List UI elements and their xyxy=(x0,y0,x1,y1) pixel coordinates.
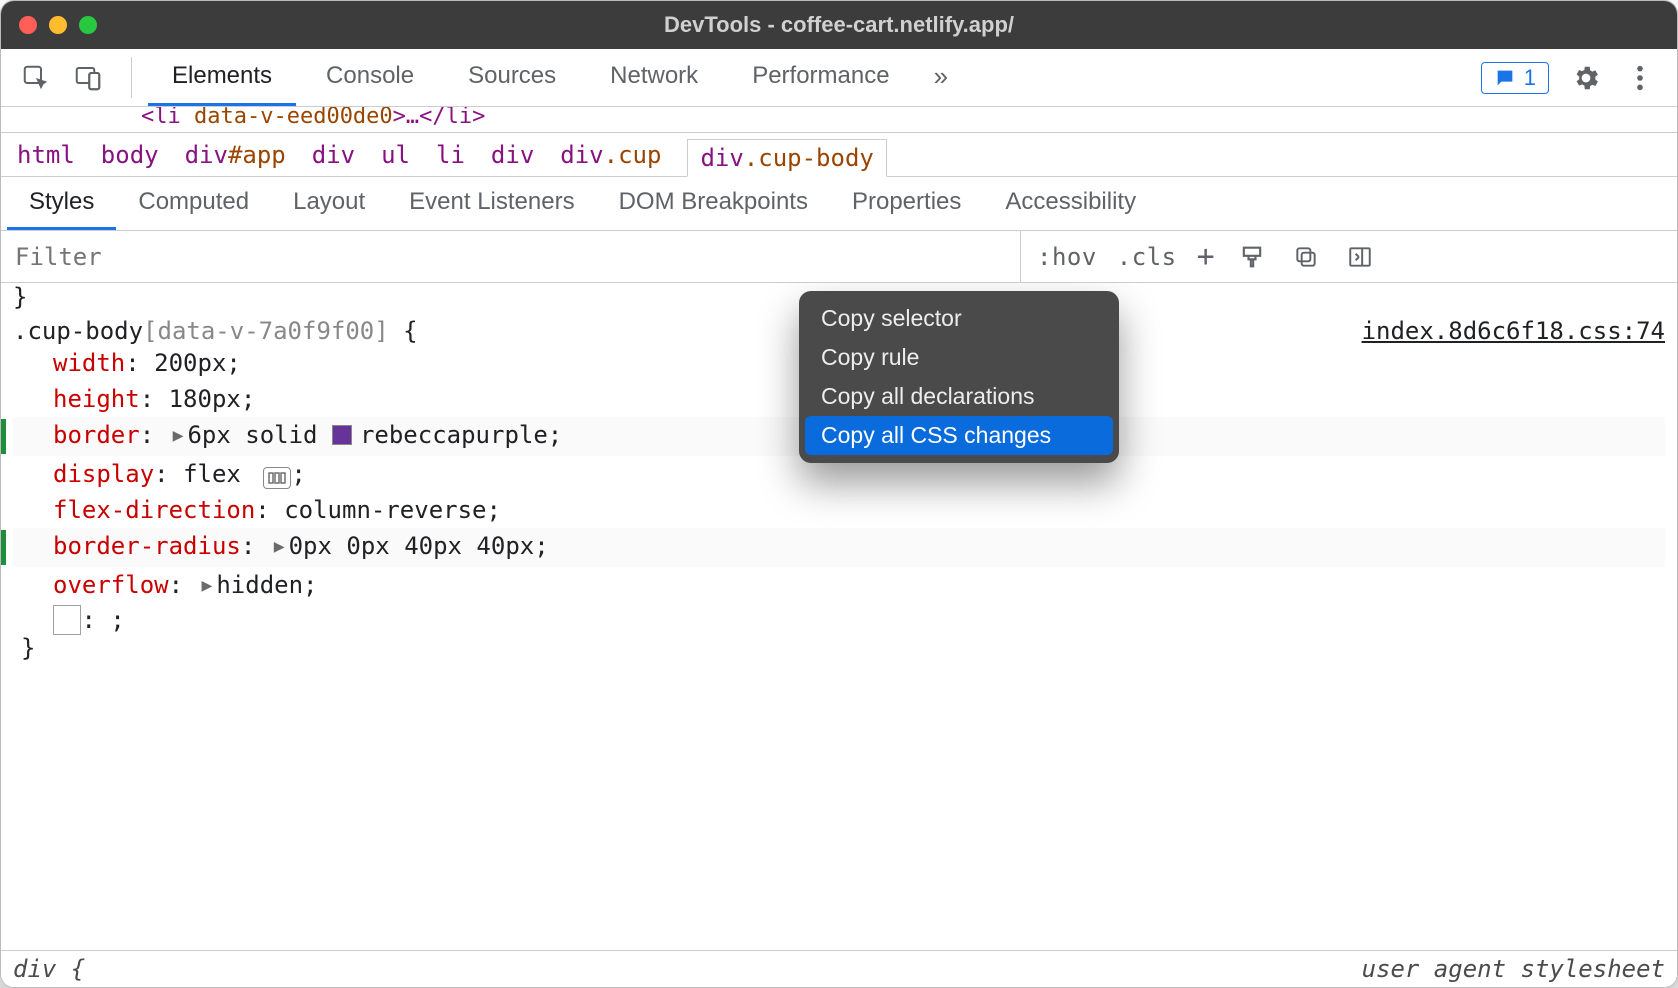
breadcrumb-item[interactable]: div.cup xyxy=(560,141,661,169)
window-title: DevTools - coffee-cart.netlify.app/ xyxy=(1,12,1677,38)
css-property: flex-direction xyxy=(53,496,255,524)
subtab-styles[interactable]: Styles xyxy=(7,177,116,230)
breadcrumb-item[interactable]: html xyxy=(17,141,75,169)
issues-count: 1 xyxy=(1524,65,1536,91)
css-property: display xyxy=(53,460,154,488)
ua-selector[interactable]: div { xyxy=(13,955,85,983)
css-selector[interactable]: .cup-body[data-v-7a0f9f00] { xyxy=(13,317,418,345)
css-property: height xyxy=(53,385,140,413)
computed-sidebar-icon[interactable] xyxy=(1343,240,1377,274)
breadcrumb-item[interactable]: div xyxy=(491,141,534,169)
divider xyxy=(131,57,132,98)
breadcrumb-item[interactable]: ul xyxy=(381,141,410,169)
breadcrumb-item[interactable]: li xyxy=(436,141,465,169)
zoom-window-button[interactable] xyxy=(79,16,97,34)
tab-console[interactable]: Console xyxy=(302,49,438,106)
tabs-overflow-icon[interactable]: » xyxy=(920,49,962,106)
traffic-lights xyxy=(19,16,97,34)
minimize-window-button[interactable] xyxy=(49,16,67,34)
breadcrumb-item[interactable]: div.cup-body xyxy=(687,139,886,177)
breadcrumb-item[interactable]: body xyxy=(101,141,159,169)
styles-subtabs: StylesComputedLayoutEvent ListenersDOM B… xyxy=(1,177,1677,231)
css-declaration[interactable]: overflow: ▶hidden; xyxy=(13,567,1665,606)
subtab-properties[interactable]: Properties xyxy=(830,177,983,230)
issues-button[interactable]: 1 xyxy=(1481,62,1549,94)
css-rule-close: } xyxy=(13,634,1665,662)
copy-icon[interactable] xyxy=(1289,240,1323,274)
css-source-link[interactable]: index.8d6c6f18.css:74 xyxy=(1362,317,1665,345)
ua-label: user agent stylesheet xyxy=(1362,955,1665,983)
breadcrumb: htmlbodydiv#appdivullidivdiv.cupdiv.cup-… xyxy=(1,133,1677,177)
subtab-accessibility[interactable]: Accessibility xyxy=(983,177,1158,230)
subtab-computed[interactable]: Computed xyxy=(116,177,271,230)
color-swatch-icon[interactable] xyxy=(332,425,352,445)
expand-triangle-icon[interactable]: ▶ xyxy=(173,418,184,454)
breadcrumb-item[interactable]: div#app xyxy=(185,141,286,169)
subtab-layout[interactable]: Layout xyxy=(271,177,387,230)
styles-filter-input[interactable] xyxy=(1,231,1021,282)
tab-network[interactable]: Network xyxy=(586,49,722,106)
main-tab-strip: Elements Console Sources Network Perform… xyxy=(1,49,1677,107)
expand-triangle-icon[interactable]: ▶ xyxy=(202,568,213,604)
flex-badge-icon[interactable] xyxy=(263,467,291,489)
inspect-element-icon[interactable] xyxy=(19,61,53,95)
context-menu-item[interactable]: Copy all declarations xyxy=(799,377,1119,416)
close-window-button[interactable] xyxy=(19,16,37,34)
css-value: column-reverse xyxy=(284,496,486,524)
css-value: flex xyxy=(183,460,241,488)
styles-toolbar: :hov .cls + xyxy=(1,231,1677,283)
toggle-cls-button[interactable]: .cls xyxy=(1117,243,1177,271)
devtools-window: DevTools - coffee-cart.netlify.app/ Elem… xyxy=(0,0,1678,988)
tab-performance[interactable]: Performance xyxy=(728,49,913,106)
toggle-hov-button[interactable]: :hov xyxy=(1037,243,1097,271)
css-value: 180px xyxy=(169,385,241,413)
styles-pane: } .cup-body[data-v-7a0f9f00] { index.8d6… xyxy=(1,283,1677,950)
css-value: 200px xyxy=(154,349,226,377)
context-menu-item[interactable]: Copy all CSS changes xyxy=(805,416,1113,455)
styles-toolbar-right: :hov .cls + xyxy=(1021,239,1393,274)
breadcrumb-item[interactable]: div xyxy=(312,141,355,169)
css-new-declaration[interactable]: : ; xyxy=(13,606,1665,634)
new-style-rule-button[interactable]: + xyxy=(1197,239,1216,274)
css-property: width xyxy=(53,349,125,377)
tab-sources[interactable]: Sources xyxy=(444,49,580,106)
device-toolbar-icon[interactable] xyxy=(71,61,105,95)
tab-elements[interactable]: Elements xyxy=(148,49,296,106)
css-declaration[interactable]: flex-direction: column-reverse; xyxy=(13,492,1665,528)
inspect-device-icons xyxy=(11,49,119,106)
context-menu-item[interactable]: Copy selector xyxy=(799,299,1119,338)
css-property: overflow xyxy=(53,571,169,599)
toolbar-right: 1 xyxy=(1481,49,1667,106)
elements-tree-snippet[interactable]: <li data-v-eed00de0>…</li> xyxy=(1,107,1677,133)
css-value: 0px 0px 40px 40px xyxy=(289,532,535,560)
context-menu-item[interactable]: Copy rule xyxy=(799,338,1119,377)
expand-triangle-icon[interactable]: ▶ xyxy=(274,529,285,565)
window-titlebar: DevTools - coffee-cart.netlify.app/ xyxy=(1,1,1677,49)
css-value: 6px solid rebeccapurple xyxy=(187,421,547,449)
subtab-dom-breakpoints[interactable]: DOM Breakpoints xyxy=(597,177,830,230)
paint-brush-icon[interactable] xyxy=(1235,240,1269,274)
kebab-menu-icon[interactable] xyxy=(1623,61,1657,95)
settings-gear-icon[interactable] xyxy=(1569,61,1603,95)
subtab-event-listeners[interactable]: Event Listeners xyxy=(387,177,596,230)
css-declaration[interactable]: border-radius: ▶0px 0px 40px 40px; xyxy=(13,528,1665,567)
css-property: border-radius xyxy=(53,532,241,560)
css-property: border xyxy=(53,421,140,449)
context-menu: Copy selectorCopy ruleCopy all declarati… xyxy=(799,291,1119,463)
css-value: hidden xyxy=(216,571,303,599)
ua-rule-header: div { user agent stylesheet xyxy=(1,950,1677,987)
